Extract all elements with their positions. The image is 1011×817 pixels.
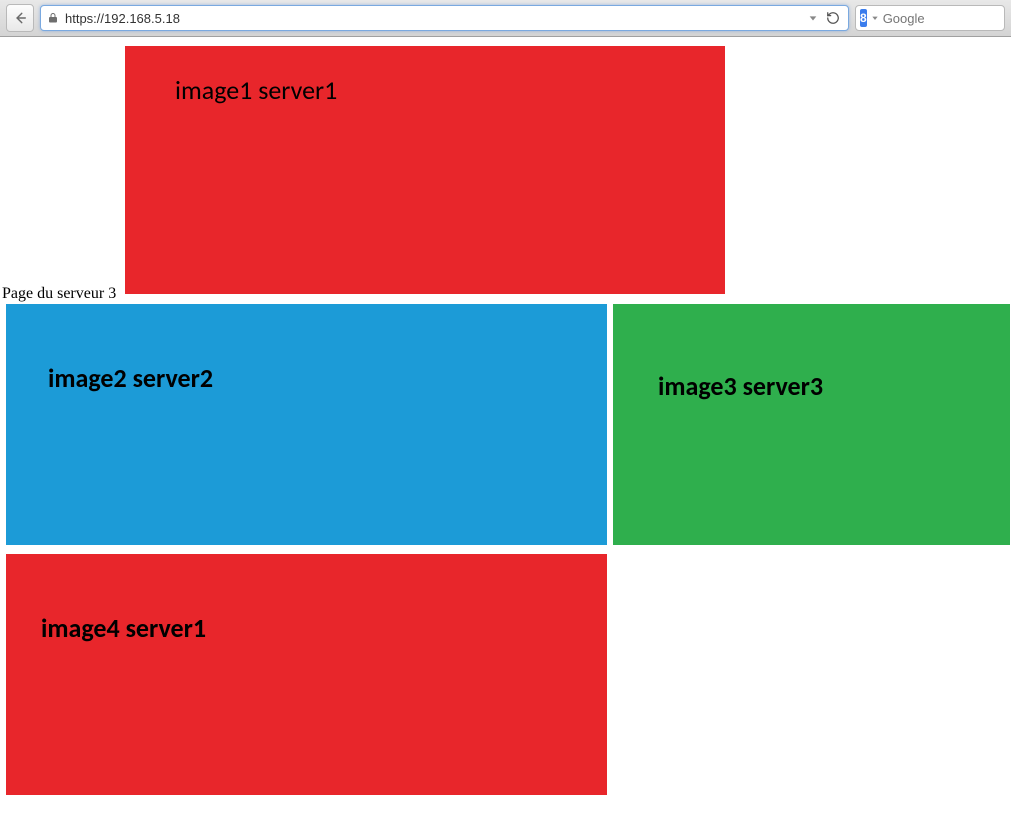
arrow-left-icon <box>13 11 27 25</box>
block-label: image1 server1 <box>175 74 337 106</box>
block-label: image4 server1 <box>41 612 206 644</box>
image3-server3-block: image3 server3 <box>613 304 1010 545</box>
page-title: Page du serveur 3 <box>2 285 116 303</box>
chevron-down-icon[interactable] <box>808 13 818 23</box>
image1-server1-block: image1 server1 <box>125 46 725 294</box>
search-engine-badge[interactable]: 8 <box>860 9 867 27</box>
address-bar[interactable] <box>40 5 849 31</box>
search-box[interactable]: 8 <box>855 5 1005 31</box>
browser-toolbar: 8 <box>0 0 1011 37</box>
back-button[interactable] <box>6 4 34 32</box>
reload-button[interactable] <box>824 9 842 27</box>
block-label: image2 server2 <box>48 362 213 394</box>
image4-server1-block: image4 server1 <box>6 554 607 795</box>
reload-icon <box>826 11 840 25</box>
block-label: image3 server3 <box>658 370 823 402</box>
lock-icon <box>47 12 59 24</box>
url-input[interactable] <box>65 11 802 26</box>
image2-server2-block: image2 server2 <box>6 304 607 545</box>
search-input[interactable] <box>883 11 1011 26</box>
chevron-down-icon[interactable] <box>871 14 879 22</box>
